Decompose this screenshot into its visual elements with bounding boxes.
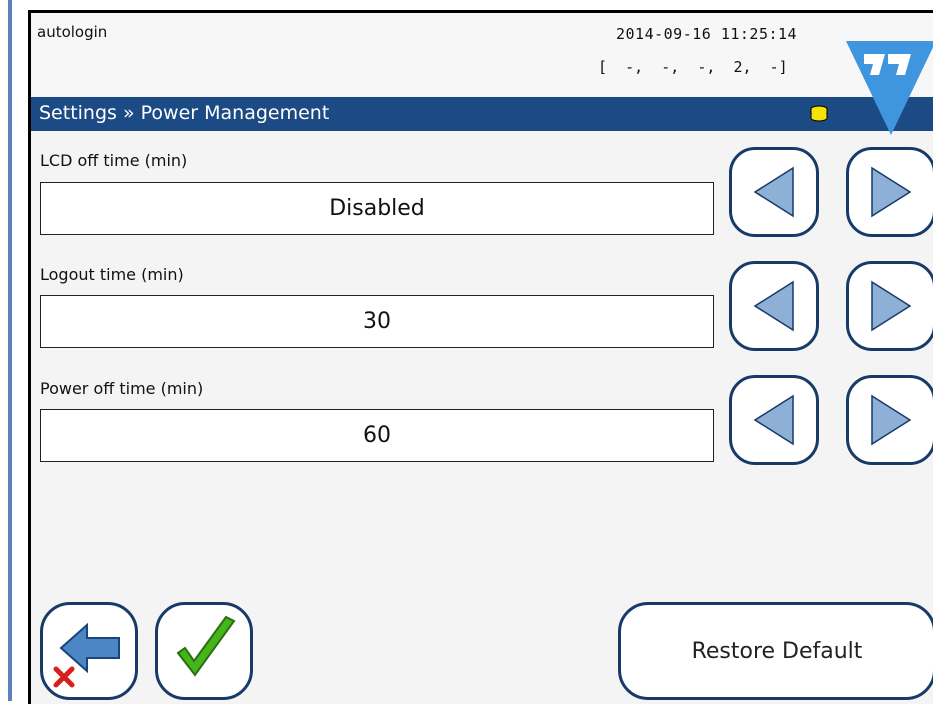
restore-default-label: Restore Default: [691, 638, 863, 664]
logo-icon: [846, 41, 933, 135]
back-cancel-button[interactable]: [40, 602, 138, 700]
page-title: Settings » Power Management: [39, 102, 330, 124]
confirm-button[interactable]: [155, 602, 253, 700]
right-arrow-icon: [871, 166, 912, 218]
database-icon: [810, 105, 828, 122]
status-header: autologin 2014-09-16 11:25:14 [ -, -, -,…: [31, 13, 933, 95]
current-user: autologin: [37, 23, 108, 41]
left-edge: [0, 0, 16, 701]
left-arrow-icon: [753, 166, 794, 218]
left-arrow-icon: [753, 280, 794, 332]
device-screen: autologin 2014-09-16 11:25:14 [ -, -, -,…: [28, 10, 933, 704]
logout-time-decrease-button[interactable]: [729, 261, 819, 351]
back-arrow-icon: [53, 622, 120, 688]
left-arrow-icon: [753, 394, 794, 446]
lcd-off-decrease-button[interactable]: [729, 147, 819, 237]
title-bar: Settings » Power Management: [31, 97, 933, 131]
cancel-x-icon: [53, 666, 75, 688]
restore-default-button[interactable]: Restore Default: [618, 602, 933, 700]
left-edge-bar: [8, 0, 12, 701]
right-arrow-icon: [871, 394, 912, 446]
lcd-off-increase-button[interactable]: [846, 147, 933, 237]
lcd-off-value: Disabled: [40, 182, 714, 235]
power-off-decrease-button[interactable]: [729, 375, 819, 465]
logout-time-value: 30: [40, 295, 714, 348]
power-off-label: Power off time (min): [40, 379, 204, 398]
logout-time-label: Logout time (min): [40, 265, 184, 284]
lcd-off-label: LCD off time (min): [40, 151, 188, 170]
datetime: 2014-09-16 11:25:14: [616, 25, 798, 43]
power-off-value: 60: [40, 409, 714, 462]
right-arrow-icon: [871, 280, 912, 332]
checkmark-icon: [176, 615, 236, 677]
logout-time-increase-button[interactable]: [846, 261, 933, 351]
power-off-increase-button[interactable]: [846, 375, 933, 465]
status-codes: [ -, -, -, 2, -]: [598, 58, 788, 76]
